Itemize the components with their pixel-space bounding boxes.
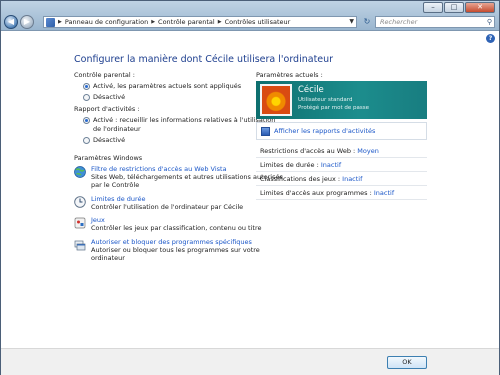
stat-label: Restrictions d'accès au Web : bbox=[260, 147, 356, 155]
time-limits-text: Limites de durée Contrôler l'utilisation… bbox=[91, 195, 243, 211]
user-name: Cécile bbox=[298, 85, 324, 95]
activity-report-off-option[interactable]: Désactivé bbox=[83, 136, 125, 145]
control-panel-window: – □ ✕ ◀ ▶ ▶ Panneau de configuration ▶ C… bbox=[0, 0, 500, 375]
activity-report-label: Rapport d'activités : bbox=[74, 105, 140, 113]
stat-value[interactable]: Inactif bbox=[374, 189, 394, 197]
refresh-icon[interactable]: ↻ bbox=[361, 16, 373, 28]
view-reports-row[interactable]: Afficher les rapports d'activités bbox=[256, 122, 427, 140]
stat-game-ratings: Classifications des jeux : Inactif bbox=[260, 175, 362, 183]
chevron-down-icon[interactable]: ▼ bbox=[349, 18, 354, 25]
breadcrumb-control-panel[interactable]: Panneau de configuration bbox=[65, 18, 148, 26]
search-input[interactable]: Rechercher ⚲ bbox=[375, 16, 495, 28]
chevron-right-icon: ▶ bbox=[151, 19, 156, 25]
ok-button[interactable]: OK bbox=[387, 356, 427, 369]
clock-icon bbox=[74, 196, 86, 208]
footer-bar: OK bbox=[1, 348, 499, 375]
globe-icon bbox=[74, 166, 86, 178]
address-bar[interactable]: ▶ Panneau de configuration ▶ Contrôle pa… bbox=[43, 16, 357, 28]
current-settings-label: Paramètres actuels : bbox=[256, 71, 323, 79]
minimize-button[interactable]: – bbox=[423, 2, 443, 13]
control-panel-icon bbox=[46, 17, 55, 27]
programs-desc-line2: ordinateur bbox=[91, 254, 125, 262]
stat-label: Limites d'accès aux programmes : bbox=[260, 189, 372, 197]
user-card: Cécile Utilisateur standard Protégé par … bbox=[256, 81, 427, 119]
chevron-right-icon: ▶ bbox=[217, 19, 222, 25]
web-filter-desc-line1: Sites Web, téléchargements et autres uti… bbox=[91, 173, 283, 181]
radio-unselected[interactable] bbox=[83, 137, 90, 144]
games-desc: Contrôler les jeux par classification, c… bbox=[91, 224, 262, 232]
stat-value[interactable]: Inactif bbox=[321, 161, 341, 169]
web-filter-link[interactable]: Filtre de restrictions d'accès au Web Vi… bbox=[91, 165, 283, 173]
view-reports-link[interactable]: Afficher les rapports d'activités bbox=[274, 127, 375, 135]
parental-control-on-option[interactable]: Activé, les paramètres actuels sont appl… bbox=[83, 82, 241, 91]
activity-report-on-option[interactable]: Activé : recueillir les informations rel… bbox=[83, 116, 275, 134]
games-link[interactable]: Jeux bbox=[91, 216, 261, 224]
parental-control-label: Contrôle parental : bbox=[74, 71, 135, 79]
programs-text: Autoriser et bloquer des programmes spéc… bbox=[91, 238, 260, 262]
caption-buttons: – □ ✕ bbox=[423, 2, 495, 13]
stat-value[interactable]: Moyen bbox=[357, 147, 379, 155]
windows-settings-label: Paramètres Windows bbox=[74, 154, 143, 162]
breadcrumb-parental-control[interactable]: Contrôle parental bbox=[158, 18, 215, 26]
chevron-right-icon: ▶ bbox=[58, 19, 62, 25]
user-avatar bbox=[260, 84, 292, 116]
back-arrow-icon[interactable]: ◀ bbox=[4, 15, 18, 29]
divider bbox=[256, 171, 427, 172]
time-limits-desc: Contrôler l'utilisation de l'ordinateur … bbox=[91, 203, 244, 211]
search-placeholder: Rechercher bbox=[380, 18, 418, 26]
stat-value[interactable]: Inactif bbox=[342, 175, 362, 183]
stat-web-restrictions: Restrictions d'accès au Web : Moyen bbox=[260, 147, 379, 155]
forward-arrow-icon[interactable]: ▶ bbox=[20, 15, 34, 29]
title-bar: – □ ✕ ◀ ▶ ▶ Panneau de configuration ▶ C… bbox=[1, 1, 499, 31]
programs-icon bbox=[74, 240, 86, 251]
web-filter-text: Filtre de restrictions d'accès au Web Vi… bbox=[91, 165, 283, 189]
programs-link[interactable]: Autoriser et bloquer des programmes spéc… bbox=[91, 238, 260, 246]
radio-label: Désactivé bbox=[93, 93, 126, 101]
page-title: Configurer la manière dont Cécile utilis… bbox=[74, 54, 334, 65]
parental-control-off-option[interactable]: Désactivé bbox=[83, 93, 125, 102]
time-limits-item[interactable]: Limites de durée Contrôler l'utilisation… bbox=[74, 195, 243, 211]
maximize-button[interactable]: □ bbox=[444, 2, 464, 13]
user-password-status: Protégé par mot de passe bbox=[298, 105, 369, 111]
divider bbox=[256, 157, 427, 158]
games-item[interactable]: Jeux Contrôler les jeux par classificati… bbox=[74, 216, 261, 232]
radio-label: Activé : recueillir les informations rel… bbox=[93, 116, 275, 134]
radio-selected[interactable] bbox=[83, 83, 90, 90]
radio-label-line1: Activé : recueillir les informations rel… bbox=[93, 116, 276, 124]
divider bbox=[256, 185, 427, 186]
radio-label: Activé, les paramètres actuels sont appl… bbox=[93, 82, 242, 90]
breadcrumb-user-controls[interactable]: Contrôles utilisateur bbox=[225, 18, 291, 26]
radio-selected[interactable] bbox=[83, 117, 90, 124]
help-icon[interactable]: ? bbox=[486, 34, 495, 43]
user-type: Utilisateur standard bbox=[298, 97, 353, 103]
radio-label-line2: de l'ordinateur bbox=[93, 125, 141, 133]
programs-desc-line1: Autoriser ou bloquer tous les programmes… bbox=[91, 246, 260, 254]
radio-unselected[interactable] bbox=[83, 94, 90, 101]
web-filter-desc-line2: par le Contrôle bbox=[91, 181, 140, 189]
divider bbox=[256, 199, 427, 200]
stat-label: Classifications des jeux : bbox=[260, 175, 341, 183]
magnifier-icon[interactable]: ⚲ bbox=[487, 17, 492, 27]
time-limits-link[interactable]: Limites de durée bbox=[91, 195, 243, 203]
games-text: Jeux Contrôler les jeux par classificati… bbox=[91, 216, 261, 232]
programs-item[interactable]: Autoriser et bloquer des programmes spéc… bbox=[74, 238, 260, 262]
games-icon bbox=[74, 217, 86, 229]
stat-time-limits: Limites de durée : Inactif bbox=[260, 161, 341, 169]
web-filter-item[interactable]: Filtre de restrictions d'accès au Web Vi… bbox=[74, 165, 283, 189]
radio-label: Désactivé bbox=[93, 136, 126, 144]
stat-program-limits: Limites d'accès aux programmes : Inactif bbox=[260, 189, 394, 197]
close-button[interactable]: ✕ bbox=[465, 2, 495, 13]
stat-label: Limites de durée : bbox=[260, 161, 319, 169]
reports-icon bbox=[261, 126, 270, 136]
